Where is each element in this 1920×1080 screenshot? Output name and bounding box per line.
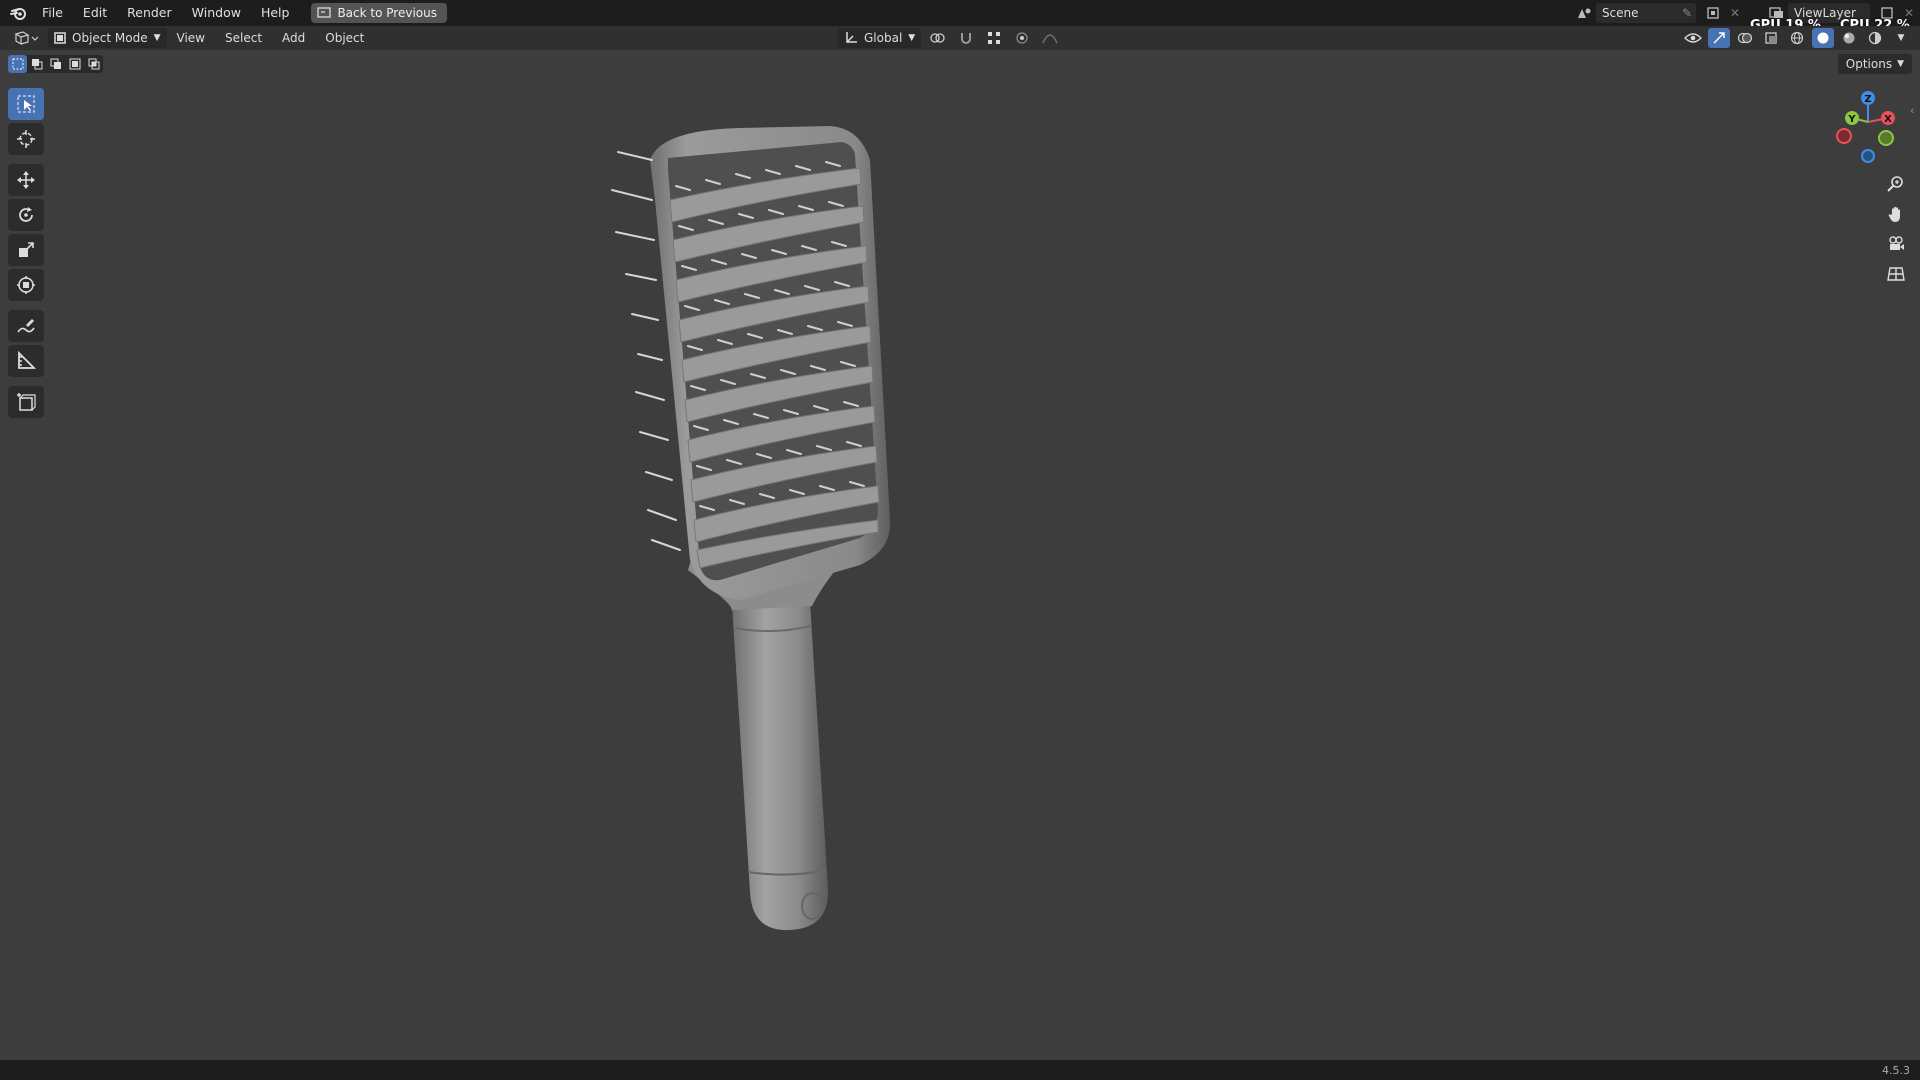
tool-transform[interactable]	[8, 269, 44, 301]
scale-icon	[19, 242, 34, 257]
pin-icon[interactable]: ✎	[1678, 6, 1696, 20]
tool-select-box[interactable]	[8, 88, 44, 120]
3d-viewport[interactable]	[0, 50, 1920, 1060]
chevron-down-icon: ▼	[153, 33, 161, 43]
tool-measure[interactable]	[8, 345, 44, 377]
solid-shading-icon[interactable]	[1812, 28, 1834, 48]
header-center-tools: Global ▼	[838, 28, 1061, 48]
screen-back-icon	[317, 7, 332, 18]
overlays-toggle-icon[interactable]	[1734, 28, 1756, 48]
chevron-down-icon: ▼	[908, 33, 916, 43]
header-menu-select[interactable]: Select	[215, 31, 272, 45]
svg-text:Z: Z	[1864, 94, 1871, 105]
pivot-point-icon[interactable]	[927, 28, 949, 48]
proportional-editing-icon[interactable]	[1011, 28, 1033, 48]
new-scene-icon[interactable]	[1702, 3, 1724, 23]
perspective-grid-icon[interactable]	[1882, 260, 1910, 288]
cursor-icon	[17, 130, 35, 148]
header-menu-add[interactable]: Add	[272, 31, 315, 45]
tool-scale[interactable]	[8, 234, 44, 266]
tool-cursor[interactable]	[8, 123, 44, 155]
header-menu-object[interactable]: Object	[315, 31, 374, 45]
rotate-icon	[19, 207, 33, 222]
transform-orientation-dropdown[interactable]: Global ▼	[838, 28, 922, 48]
blender-logo-icon[interactable]	[6, 0, 32, 26]
top-bar: File Edit Render Window Help Back to Pre…	[0, 0, 1920, 33]
scene-name: Scene	[1601, 6, 1639, 20]
select-extend-icon[interactable]	[27, 55, 46, 73]
navigation-gizmo[interactable]: Z X Y	[1830, 88, 1910, 168]
wireframe-shading-icon[interactable]	[1786, 28, 1808, 48]
camera-view-icon[interactable]	[1882, 230, 1910, 258]
menu-help[interactable]: Help	[251, 0, 300, 26]
rendered-shading-icon[interactable]	[1864, 28, 1886, 48]
editor-type-selector[interactable]	[8, 28, 44, 48]
transform-icon	[17, 276, 35, 294]
scene-field[interactable]: Scene ✎	[1595, 3, 1696, 23]
tool-shelf	[8, 88, 46, 421]
svg-text:Y: Y	[1847, 114, 1856, 125]
header-right-tools: ▼	[1682, 28, 1912, 48]
xray-toggle-icon[interactable]	[1760, 28, 1782, 48]
options-label: Options	[1845, 57, 1893, 71]
visibility-eye-icon[interactable]	[1682, 28, 1704, 48]
object-mode-label: Object Mode	[72, 31, 148, 45]
add-cube-icon	[17, 393, 36, 411]
measure-ruler-icon	[18, 351, 36, 369]
back-to-previous-label: Back to Previous	[337, 6, 437, 20]
select-invert-icon[interactable]	[65, 55, 84, 73]
hairbrush-model	[611, 126, 891, 931]
snap-target-icon[interactable]	[983, 28, 1005, 48]
menu-window[interactable]: Window	[182, 0, 251, 26]
select-subtract-icon[interactable]	[46, 55, 65, 73]
pan-hand-icon[interactable]	[1882, 200, 1910, 228]
gizmo-toggle-icon[interactable]	[1708, 28, 1730, 48]
selection-mode-group	[8, 55, 103, 73]
back-to-previous-button[interactable]: Back to Previous	[311, 3, 447, 23]
select-intersect-icon[interactable]	[84, 55, 103, 73]
menu-file[interactable]: File	[32, 0, 73, 26]
tool-rotate[interactable]	[8, 199, 44, 231]
menu-edit[interactable]: Edit	[73, 0, 117, 26]
material-shading-icon[interactable]	[1838, 28, 1860, 48]
version-label: 4.5.3	[1882, 1064, 1910, 1077]
header-menu-view[interactable]: View	[167, 31, 215, 45]
select-box-icon	[17, 95, 35, 113]
snap-toggle-icon[interactable]	[955, 28, 977, 48]
collapse-sidebar-chevron-icon[interactable]: ‹	[1910, 104, 1914, 117]
options-dropdown[interactable]: Options ▼	[1837, 54, 1912, 74]
svg-text:X: X	[1884, 114, 1892, 125]
falloff-curve-icon[interactable]	[1039, 28, 1061, 48]
annotate-pencil-icon	[17, 319, 35, 333]
scene-selector-icon[interactable]	[1574, 3, 1596, 23]
object-mode-dropdown[interactable]: Object Mode ▼	[48, 28, 167, 48]
viewport-header: Object Mode ▼ View Select Add Object Glo…	[0, 26, 1920, 50]
zoom-icon[interactable]	[1882, 170, 1910, 198]
transform-orientation-label: Global	[864, 31, 903, 45]
tool-annotate[interactable]	[8, 310, 44, 342]
shading-options-chevron-icon[interactable]: ▼	[1890, 28, 1912, 48]
menu-render[interactable]: Render	[117, 0, 182, 26]
tool-add-cube[interactable]	[8, 386, 44, 418]
3d-viewport-icon	[14, 31, 39, 46]
chevron-down-icon: ▼	[1897, 59, 1904, 69]
object-mode-icon	[54, 32, 66, 44]
axis-gizmo: Z X Y	[1836, 91, 1895, 163]
delete-scene-icon[interactable]: ✕	[1724, 3, 1746, 23]
global-axes-icon	[846, 32, 857, 43]
tool-move[interactable]	[8, 164, 44, 196]
select-new-icon[interactable]	[8, 55, 27, 73]
status-bar: 4.5.3	[0, 1060, 1920, 1080]
move-icon	[17, 171, 35, 189]
